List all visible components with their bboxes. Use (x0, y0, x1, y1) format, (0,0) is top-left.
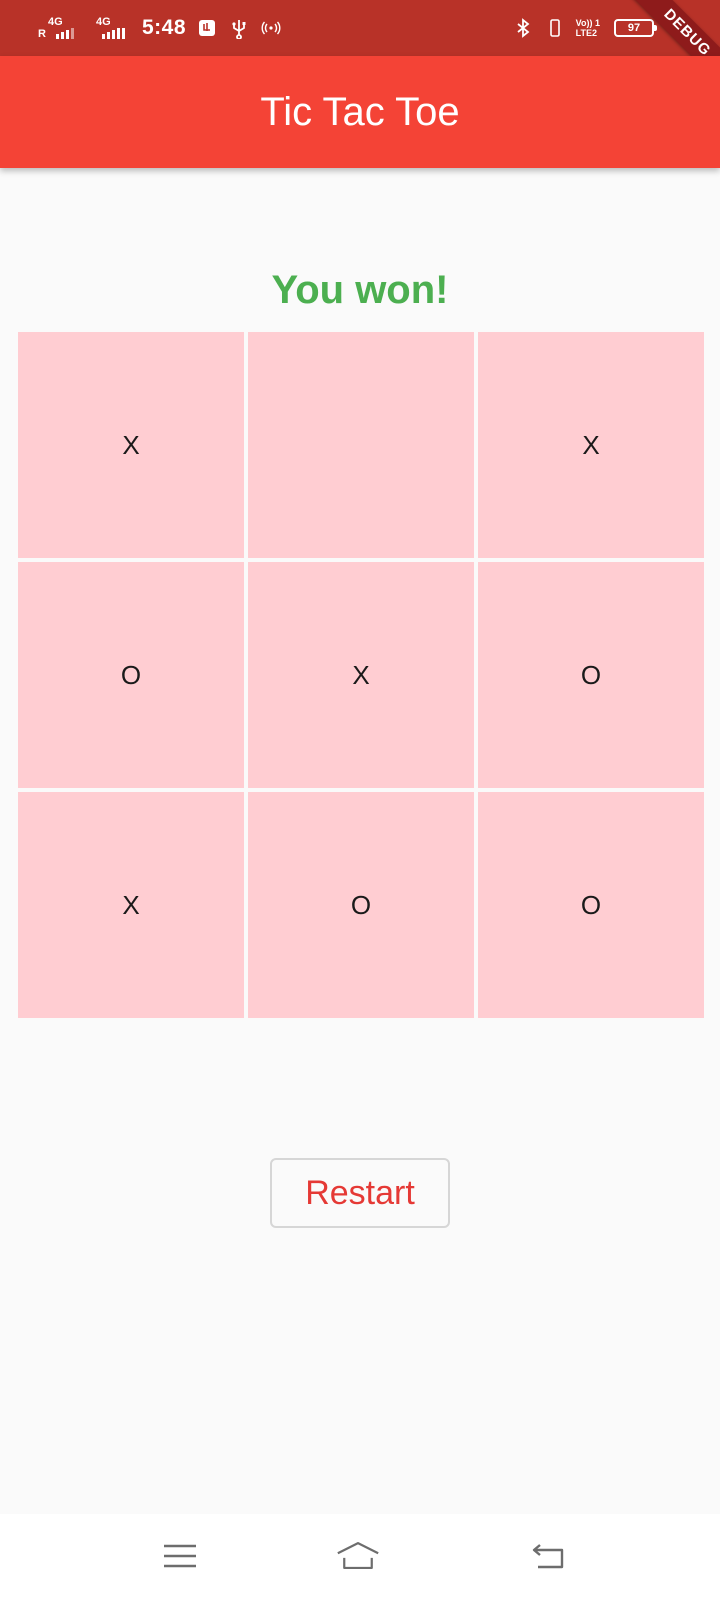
game-board: X X O X O X O O (18, 332, 704, 1018)
hotspot-icon (261, 21, 281, 35)
back-button[interactable] (526, 1536, 570, 1576)
board-cell-1-0[interactable]: O (18, 562, 244, 788)
battery-icon: 97 (614, 19, 657, 37)
board-cell-2-1[interactable]: O (248, 792, 474, 1018)
board-cell-0-2[interactable]: X (478, 332, 704, 558)
network-type-label: 4G (48, 16, 63, 28)
menu-button[interactable] (158, 1536, 202, 1576)
board-cell-1-2[interactable]: O (478, 562, 704, 788)
board-cell-2-0[interactable]: X (18, 792, 244, 1018)
volte-indicator: Vo)) 1 LTE2 (576, 18, 600, 38)
app-bar: Tic Tac Toe (0, 56, 720, 168)
lte-label: LTE2 (575, 28, 597, 38)
signal-sim2-icon: 4G (90, 14, 132, 42)
app-title: Tic Tac Toe (260, 89, 460, 134)
usb-icon (232, 20, 246, 39)
system-nav-bar (0, 1514, 720, 1600)
signal-sim1-icon: 4G R (38, 14, 80, 42)
game-result-text: You won! (271, 268, 449, 312)
restart-button[interactable]: Restart (270, 1158, 450, 1228)
home-button[interactable] (336, 1536, 380, 1576)
board-cell-2-2[interactable]: O (478, 792, 704, 1018)
back-icon (532, 1544, 564, 1569)
menu-icon (164, 1544, 196, 1568)
status-bar-left: 4G R 4G 5:48 (38, 12, 282, 44)
screen: 4G R 4G 5:48 Vo)) 1 LTE2 97 DEBUG Tic Ta… (0, 0, 720, 1600)
home-icon (337, 1542, 379, 1570)
board-cell-0-1[interactable] (248, 332, 474, 558)
volte-label: Vo)) 1 (575, 18, 600, 28)
usb-debug-icon (199, 20, 216, 36)
vibrate-icon (549, 19, 560, 37)
board-cell-0-0[interactable]: X (18, 332, 244, 558)
bluetooth-icon (517, 18, 530, 38)
board-cell-1-1[interactable]: X (248, 562, 474, 788)
roaming-label: R (38, 28, 46, 40)
status-bar: 4G R 4G 5:48 Vo)) 1 LTE2 97 DEBUG (0, 0, 720, 96)
battery-level: 97 (627, 22, 641, 34)
clock: 5:48 (142, 16, 187, 39)
network-type-label: 4G (96, 16, 111, 28)
